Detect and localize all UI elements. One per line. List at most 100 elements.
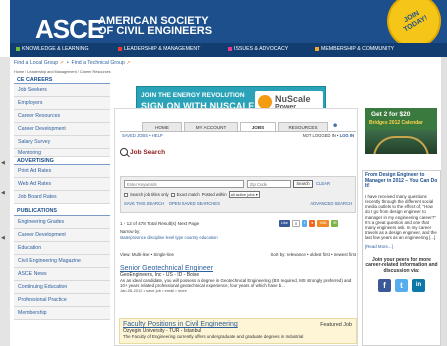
nuscale-brand-name: NuScale (275, 94, 311, 104)
right-edge-strip (441, 57, 447, 346)
sidebar-item-mentoring[interactable]: Mentoring (14, 149, 110, 157)
nav-knowledge-learning[interactable]: KNOWLEDGE & LEARNING (16, 46, 89, 52)
sidebar-heading-careers: CE CAREERS (14, 76, 110, 84)
job-board-panel (114, 108, 358, 346)
blog-post-excerpt: I have received many questions recently … (365, 193, 437, 241)
nav-membership-community[interactable]: MEMBERSHIP & COMMUNITY (315, 46, 394, 52)
sidebar-heading-advertising: ADVERTISING (14, 157, 110, 165)
sort-options[interactable]: Sort by: relevance • oldest first • newe… (270, 252, 356, 257)
job-titles-only-checkbox[interactable] (124, 192, 128, 197)
society-name-line2: OF CIVIL ENGINEERS (98, 25, 213, 37)
job-search-title: Job Search (130, 148, 166, 156)
nav-square-icon (315, 47, 319, 51)
facebook-like-button[interactable]: Like (279, 220, 290, 227)
xml-icon[interactable]: XML (317, 220, 330, 227)
sidebar-item-education[interactable]: Education (14, 242, 110, 255)
job-meta-actions[interactable]: Jan-08-2012 • save job • email • more (120, 288, 356, 293)
posted-within-label: Posted within (201, 192, 227, 197)
sidebar-item-job-board-rates[interactable]: Job Board Rates (14, 191, 110, 204)
zip-code-input[interactable] (247, 180, 291, 188)
job-description: As an ideal candidate, you will possess … (120, 278, 352, 288)
twitter-icon[interactable]: t (395, 279, 408, 293)
sidebar-item-job-seekers[interactable]: Job Seekers (14, 84, 110, 97)
job-board-tabs: HOME MY ACCOUNT JOBS RESOURCES ☻ (120, 122, 356, 131)
sidebar-heading-publications: PUBLICATIONS (14, 204, 110, 216)
left-edge-strip: ◀ ◀ ◀ (0, 57, 10, 346)
sidebar-item-print-ad-rates[interactable]: Print Ad Rates (14, 165, 110, 178)
linkedin-icon[interactable]: in (412, 279, 425, 293)
sidebar-item-web-ad-rates[interactable]: Web Ad Rates (14, 178, 110, 191)
login-status: NOT LOGGED IN • LOG IN (302, 133, 354, 138)
find-local-group-link[interactable]: Find a Local Group (14, 60, 58, 66)
sidebar-item-career-development-pub[interactable]: Career Development (14, 229, 110, 242)
bridges-calendar-ad[interactable]: Get 2 for $20 Bridges 2012 Calendar (365, 108, 437, 154)
tab-my-account[interactable]: MY ACCOUNT (184, 122, 238, 131)
user-icon[interactable]: ☻ (332, 123, 338, 129)
arrow-icon: ↗ (59, 60, 64, 66)
social-links: f t in (365, 279, 438, 293)
tab-jobs[interactable]: JOBS (240, 122, 276, 131)
job-listing: Senior Geotechnical Engineer GeoEngineer… (120, 265, 356, 293)
sidebar-item-asce-news[interactable]: ASCE News (14, 268, 110, 281)
sidebar-item-continuing-education[interactable]: Continuing Education (14, 281, 110, 294)
job-title-link[interactable]: Faculty Positions in Civil Engineering (123, 321, 353, 328)
sidebar-item-membership[interactable]: Membership (14, 307, 110, 320)
search-button[interactable]: Search (293, 180, 313, 188)
open-saved-searches-link[interactable]: OPEN SAVED SEARCHES (169, 201, 220, 206)
main-navigation: KNOWLEDGE & LEARNING LEADERSHIP & MANAGE… (10, 43, 447, 57)
nav-label: MEMBERSHIP & COMMUNITY (321, 46, 395, 52)
advanced-search-link[interactable]: ADVANCED SEARCH (310, 201, 352, 206)
job-titles-only-label: Search job titles only (130, 192, 169, 197)
sidebar-item-employers[interactable]: Employers (14, 97, 110, 110)
breadcrumb: Home / Leadership and Management / Caree… (14, 70, 111, 74)
rss-icon[interactable]: ● (309, 220, 316, 227)
featured-job-listing: Faculty Positions in Civil Engineering O… (119, 318, 357, 344)
sidebar-item-career-development[interactable]: Career Development (14, 123, 110, 136)
view-mode-toggle[interactable]: View: Multi-line • Single-line (120, 252, 174, 257)
collapse-arrow-icon[interactable]: ◀ (1, 160, 5, 166)
sidebar-item-career-resources[interactable]: Career Resources (14, 110, 110, 123)
posted-within-select[interactable]: all active jobs ▾ (228, 191, 260, 198)
facebook-icon[interactable]: f (378, 279, 391, 293)
results-summary: 1 - 12 of 478 Total Result(s) Next Page (120, 221, 200, 226)
saved-jobs-help-links[interactable]: SAVED JOBS • HELP (122, 133, 163, 138)
share-buttons: Like 0 t ● XML ✉ (279, 220, 339, 227)
sidebar-item-salary-survey[interactable]: Salary Survey (14, 136, 110, 149)
view-sort-row: View: Multi-line • Single-line Sort by: … (120, 252, 356, 257)
sidebar-item-professional-practice[interactable]: Professional Practice (14, 294, 110, 307)
join-peers-text: Join your peers for more career-related … (365, 256, 438, 274)
blog-post-title[interactable]: From Design Engineer to Manager in 2012 … (365, 172, 438, 190)
job-description: The Faculty of Engineering currently off… (123, 334, 304, 339)
magnifier-icon (120, 148, 128, 156)
clear-link[interactable]: CLEAR (316, 181, 330, 186)
tab-home[interactable]: HOME (142, 122, 182, 131)
sidebar-item-ce-magazine[interactable]: Civil Engineering Magazine (14, 255, 110, 268)
nav-leadership-management[interactable]: LEADERSHIP & MANAGEMENT (118, 46, 200, 52)
ad-offer: Get 2 for $20 (371, 111, 411, 118)
job-title-link[interactable]: Senior Geotechnical Engineer (120, 265, 356, 272)
society-name: AMERICAN SOCIETY OF CIVIL ENGINEERS (98, 16, 213, 37)
save-search-link[interactable]: SAVE THIS SEARCH (124, 201, 164, 206)
tab-resources[interactable]: RESOURCES (278, 122, 328, 131)
exact-match-checkbox[interactable] (170, 192, 175, 197)
nav-square-icon (228, 47, 232, 51)
nav-issues-advocacy[interactable]: ISSUES & ADVOCACY (228, 46, 288, 52)
like-count: 0 (291, 220, 301, 227)
asce-logo[interactable]: ASCE (35, 14, 104, 45)
job-board-subnav: SAVED JOBS • HELP NOT LOGGED IN • LOG IN (120, 131, 356, 139)
exact-match-label: Exact match (176, 192, 200, 197)
banner-line1: JOIN THE ENERGY REVOLUTION (141, 92, 245, 99)
find-group-links: Find a Local Group ↗ • Find a Technical … (14, 60, 131, 66)
find-technical-group-link[interactable]: Find a Technical Group (72, 60, 125, 66)
keywords-input[interactable] (124, 180, 244, 188)
twitter-icon[interactable]: t (302, 220, 308, 227)
read-more-link[interactable]: [Read More...] (365, 244, 438, 249)
collapse-arrow-icon[interactable]: ◀ (1, 190, 5, 196)
collapse-arrow-icon[interactable]: ◀ (1, 235, 5, 241)
nav-square-icon (16, 47, 20, 51)
email-icon[interactable]: ✉ (331, 220, 339, 227)
login-link[interactable]: LOG IN (340, 133, 354, 138)
sidebar-item-engineering-grades[interactable]: Engineering Grades (14, 216, 110, 229)
arrow-icon: ↗ (126, 60, 131, 66)
narrow-by-links[interactable]: state/province discipline level type cou… (120, 235, 218, 240)
